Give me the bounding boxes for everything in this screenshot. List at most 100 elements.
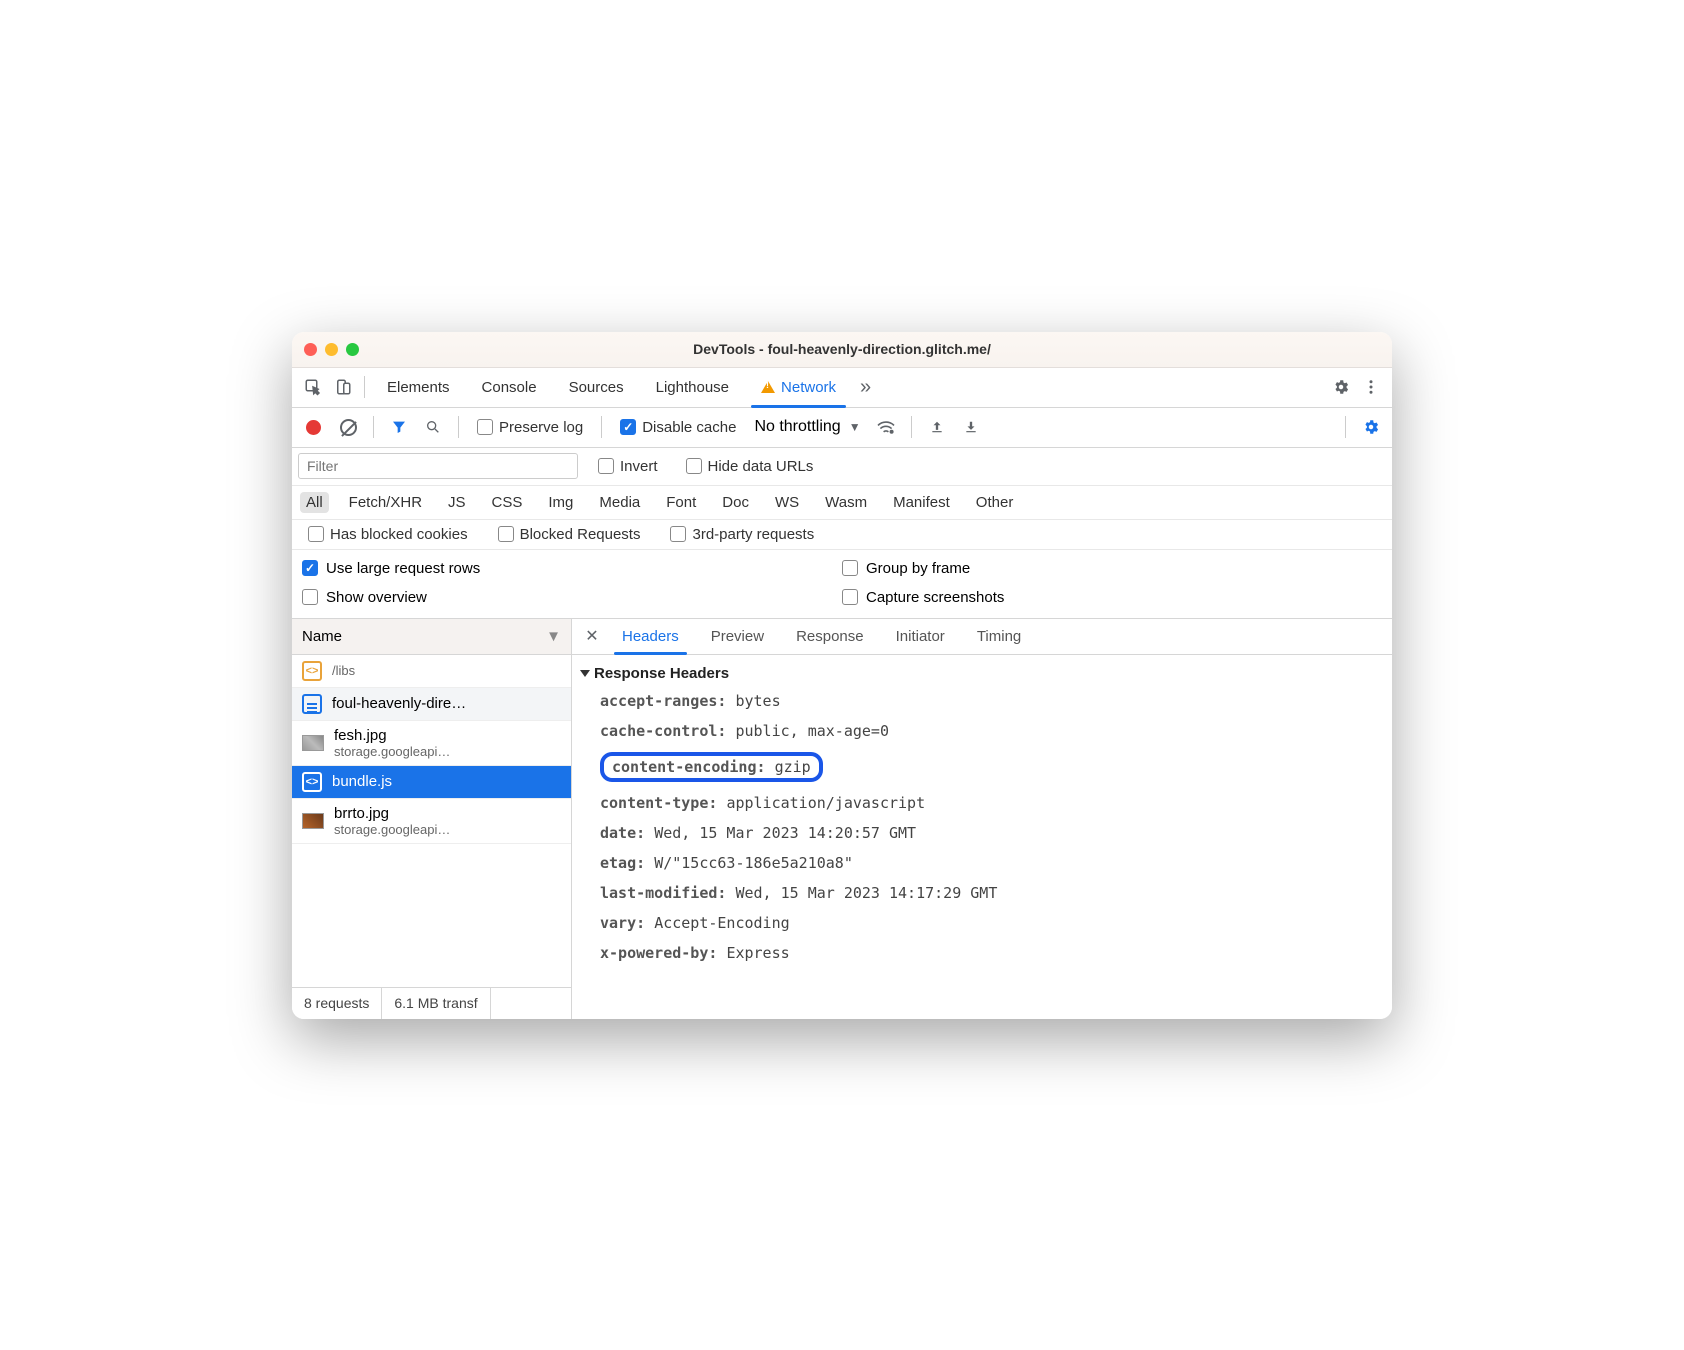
filter-row: Invert Hide data URLs <box>292 448 1392 486</box>
header-key: date: <box>600 824 645 842</box>
detail-tab-initiator[interactable]: Initiator <box>880 618 961 654</box>
clear-button[interactable] <box>333 412 363 442</box>
tab-network[interactable]: Network <box>745 367 852 407</box>
type-other[interactable]: Other <box>970 492 1020 513</box>
third-party-checkbox[interactable]: 3rd-party requests <box>670 526 814 543</box>
detail-tab-response[interactable]: Response <box>780 618 880 654</box>
network-settings-gear-icon[interactable] <box>1356 412 1386 442</box>
type-fetch-xhr[interactable]: Fetch/XHR <box>343 492 428 513</box>
header-line: cache-control: public, max-age=0 <box>572 716 1392 746</box>
divider <box>1345 416 1346 438</box>
header-line: x-powered-by: Express <box>572 938 1392 968</box>
preserve-log-label: Preserve log <box>499 419 583 436</box>
request-name: foul-heavenly-dire… <box>332 695 466 712</box>
warning-icon <box>761 381 775 393</box>
type-doc[interactable]: Doc <box>716 492 755 513</box>
detail-tab-timing[interactable]: Timing <box>961 618 1037 654</box>
more-tabs-button[interactable]: » <box>852 376 879 399</box>
type-wasm[interactable]: Wasm <box>819 492 873 513</box>
window-title: DevTools - foul-heavenly-direction.glitc… <box>292 341 1392 357</box>
header-value: bytes <box>735 692 780 710</box>
large-rows-checkbox[interactable]: Use large request rows <box>302 560 842 577</box>
highlight-box: content-encoding: gzip <box>600 752 823 782</box>
name-header-label: Name <box>302 628 342 645</box>
tab-network-label: Network <box>781 379 836 396</box>
disable-cache-checkbox[interactable]: Disable cache <box>620 419 736 436</box>
type-img[interactable]: Img <box>542 492 579 513</box>
chevron-down-icon: ▼ <box>849 420 861 434</box>
type-css[interactable]: CSS <box>486 492 529 513</box>
checkbox-icon <box>477 419 493 435</box>
type-manifest[interactable]: Manifest <box>887 492 956 513</box>
header-value: Wed, 15 Mar 2023 14:20:57 GMT <box>654 824 916 842</box>
has-blocked-cookies-checkbox[interactable]: Has blocked cookies <box>308 526 468 543</box>
invert-checkbox[interactable]: Invert <box>598 458 658 475</box>
response-headers-section[interactable]: Response Headers <box>572 661 1392 686</box>
header-value: Wed, 15 Mar 2023 14:17:29 GMT <box>735 884 997 902</box>
status-bar: 8 requests 6.1 MB transf <box>292 987 571 1019</box>
request-row[interactable]: brrto.jpg storage.googleapi… <box>292 799 571 844</box>
inspect-element-icon[interactable] <box>298 372 328 402</box>
kebab-menu-icon[interactable] <box>1356 372 1386 402</box>
group-frame-label: Group by frame <box>866 560 970 577</box>
minimize-window-button[interactable] <box>325 343 338 356</box>
detail-tab-headers[interactable]: Headers <box>606 618 695 654</box>
network-conditions-icon[interactable] <box>871 412 901 442</box>
type-all[interactable]: All <box>300 492 329 513</box>
divider <box>373 416 374 438</box>
main-tabs: Elements Console Sources Lighthouse Netw… <box>292 368 1392 408</box>
document-file-icon <box>302 694 322 714</box>
titlebar: DevTools - foul-heavenly-direction.glitc… <box>292 332 1392 368</box>
type-ws[interactable]: WS <box>769 492 805 513</box>
group-by-frame-checkbox[interactable]: Group by frame <box>842 560 1382 577</box>
header-key: content-type: <box>600 794 717 812</box>
tab-lighthouse[interactable]: Lighthouse <box>640 367 745 407</box>
settings-gear-icon[interactable] <box>1326 372 1356 402</box>
resource-type-filter: All Fetch/XHR JS CSS Img Media Font Doc … <box>292 486 1392 520</box>
filter-toggle-icon[interactable] <box>384 412 414 442</box>
show-overview-label: Show overview <box>326 589 427 606</box>
tab-elements[interactable]: Elements <box>371 367 466 407</box>
request-name: brrto.jpg <box>334 805 450 822</box>
type-js[interactable]: JS <box>442 492 472 513</box>
traffic-lights <box>304 343 359 356</box>
checkbox-icon <box>686 458 702 474</box>
download-har-icon[interactable] <box>956 412 986 442</box>
record-button[interactable] <box>306 420 321 435</box>
tab-sources[interactable]: Sources <box>553 367 640 407</box>
name-column-header[interactable]: Name ▼ <box>292 619 571 655</box>
maximize-window-button[interactable] <box>346 343 359 356</box>
device-toggle-icon[interactable] <box>328 372 358 402</box>
show-overview-checkbox[interactable]: Show overview <box>302 589 842 606</box>
tab-console[interactable]: Console <box>466 367 553 407</box>
detail-tab-preview[interactable]: Preview <box>695 618 780 654</box>
header-value: public, max-age=0 <box>735 722 889 740</box>
upload-har-icon[interactable] <box>922 412 952 442</box>
section-label: Response Headers <box>594 665 729 682</box>
header-line: accept-ranges: bytes <box>572 686 1392 716</box>
preserve-log-checkbox[interactable]: Preserve log <box>477 419 583 436</box>
header-key: x-powered-by: <box>600 944 717 962</box>
request-row-selected[interactable]: <> bundle.js <box>292 766 571 799</box>
search-icon[interactable] <box>418 412 448 442</box>
filter-input[interactable] <box>298 453 578 479</box>
close-details-button[interactable]: ✕ <box>578 626 606 646</box>
request-list-panel: Name ▼ <> /libs foul-heavenly-dire… <box>292 619 572 1019</box>
type-font[interactable]: Font <box>660 492 702 513</box>
checkbox-icon <box>302 560 318 576</box>
extra-filters-row: Has blocked cookies Blocked Requests 3rd… <box>292 520 1392 550</box>
divider <box>911 416 912 438</box>
hide-data-urls-label: Hide data URLs <box>708 458 814 475</box>
blocked-requests-checkbox[interactable]: Blocked Requests <box>498 526 641 543</box>
hide-data-urls-checkbox[interactable]: Hide data URLs <box>686 458 814 475</box>
network-options: Use large request rows Group by frame Sh… <box>292 550 1392 619</box>
request-path: /libs <box>332 663 355 678</box>
request-row[interactable]: <> /libs <box>292 655 571 688</box>
request-row[interactable]: foul-heavenly-dire… <box>292 688 571 721</box>
capture-screenshots-checkbox[interactable]: Capture screenshots <box>842 589 1382 606</box>
close-window-button[interactable] <box>304 343 317 356</box>
throttling-select[interactable]: No throttling ▼ <box>754 418 860 436</box>
request-row[interactable]: fesh.jpg storage.googleapi… <box>292 721 571 766</box>
header-line: date: Wed, 15 Mar 2023 14:20:57 GMT <box>572 818 1392 848</box>
type-media[interactable]: Media <box>593 492 646 513</box>
